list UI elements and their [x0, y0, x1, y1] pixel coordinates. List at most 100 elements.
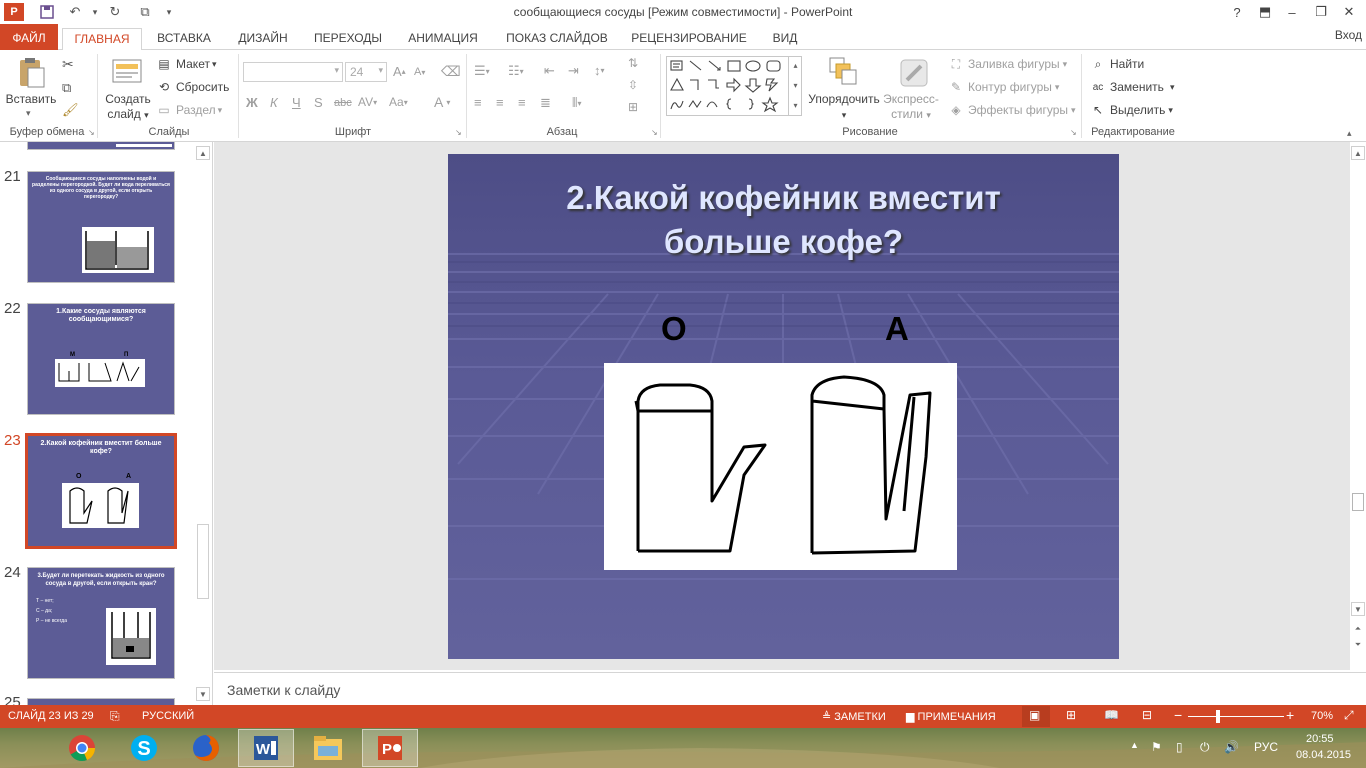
align-right-icon[interactable]: ≡ [518, 95, 526, 110]
ribbon-display-options-icon[interactable]: ⬒ [1250, 0, 1280, 24]
align-left-icon[interactable]: ≡ [474, 95, 482, 110]
tab-view[interactable]: ВИД [762, 28, 808, 50]
clear-formatting-icon[interactable]: ⌫ [441, 63, 461, 80]
input-language[interactable]: РУС [1254, 740, 1278, 754]
scrollbar-thumb[interactable] [1352, 493, 1364, 511]
tab-review[interactable]: РЕЦЕНЗИРОВАНИЕ [626, 28, 752, 50]
drawing-launcher-icon[interactable]: ↘ [1070, 128, 1077, 137]
decrease-indent-icon[interactable]: ⇤ [544, 63, 555, 79]
bold-button[interactable]: Ж [246, 95, 258, 110]
minimize-button[interactable]: ‒ [1277, 0, 1307, 24]
thumbnail-slide-20[interactable] [27, 142, 175, 150]
thumbnail-slide-21[interactable]: Сообщающиеся сосуды наполнены водой и ра… [27, 171, 175, 283]
spell-check-icon[interactable]: ⎘ [110, 709, 120, 724]
arrange-icon[interactable] [828, 56, 858, 86]
taskbar-skype[interactable]: S [116, 729, 172, 767]
thumbnails-scrollbar[interactable]: ▲ ▼ [196, 146, 210, 701]
coffeepot-label-right[interactable]: А [885, 310, 909, 348]
reset-button[interactable]: ⟲ Сбросить [156, 79, 229, 95]
clipboard-launcher-icon[interactable]: ↘ [88, 128, 95, 137]
quick-styles-button[interactable]: Экспресс-стили ▾ [880, 92, 942, 123]
tab-transitions[interactable]: ПЕРЕХОДЫ [306, 28, 390, 50]
thumbnail-slide-22[interactable]: 1.Какие сосуды являются сообщающимися? М… [27, 303, 175, 415]
taskbar-firefox[interactable] [178, 729, 234, 767]
slideshow-view-icon[interactable]: ⊟ [1142, 708, 1152, 722]
section-button[interactable]: ▭ Раздел ▾ [156, 102, 222, 118]
shrink-font-button[interactable]: A ▾ [414, 66, 425, 78]
normal-view-icon[interactable]: ▣ [1029, 708, 1040, 722]
zoom-out-icon[interactable]: − [1174, 707, 1182, 723]
shapes-gallery[interactable] [666, 56, 802, 116]
slide-title[interactable]: 2.Какой кофейник вместит больше кофе? [488, 176, 1079, 264]
justify-icon[interactable]: ≣ [540, 95, 551, 111]
paragraph-launcher-icon[interactable]: ↘ [651, 128, 658, 137]
zoom-level[interactable]: 70% [1311, 710, 1333, 722]
smartart-icon[interactable]: ⊞ [628, 100, 638, 114]
collapse-ribbon-icon[interactable]: ▴ [1347, 128, 1352, 139]
taskbar-powerpoint[interactable]: P [362, 729, 418, 767]
next-slide-icon[interactable]: ⏷ [1351, 638, 1365, 652]
tab-slideshow[interactable]: ПОКАЗ СЛАЙДОВ [498, 28, 616, 50]
paste-icon[interactable] [14, 56, 48, 90]
slide-editor[interactable]: 2.Какой кофейник вместит больше кофе? О … [214, 142, 1365, 670]
grow-font-button[interactable]: A ▴ [393, 64, 406, 79]
coffeepots-picture[interactable] [604, 363, 957, 570]
tab-animation[interactable]: АНИМАЦИЯ [396, 28, 490, 50]
zoom-in-icon[interactable]: + [1286, 707, 1294, 723]
scroll-down-icon[interactable]: ▼ [196, 687, 210, 701]
layout-button[interactable]: ▤ Макет ▾ [156, 56, 216, 72]
taskbar-explorer[interactable] [300, 729, 356, 767]
notes-pane[interactable]: Заметки к слайду [214, 672, 1366, 705]
paste-button[interactable]: Вставить [2, 92, 60, 107]
character-spacing-button[interactable]: AV ▾ [358, 95, 377, 109]
line-spacing-icon[interactable]: ↕ ▾ [594, 63, 605, 78]
shape-effects-button[interactable]: ◈ Эффекты фигуры ▾ [948, 102, 1075, 118]
power-icon[interactable]: ⏻ [1200, 740, 1210, 755]
align-center-icon[interactable]: ≡ [496, 95, 504, 110]
font-size-combo[interactable]: 24 ▾ [345, 62, 387, 82]
slide-canvas[interactable]: 2.Какой кофейник вместит больше кофе? О … [448, 154, 1119, 659]
reading-view-icon[interactable]: 📖 [1104, 708, 1119, 722]
clock-time[interactable]: 20:55 [1306, 733, 1334, 745]
shapes-gallery-scroll[interactable]: ▴ ▾ ▾ [788, 56, 802, 116]
numbering-icon[interactable]: ☷ ▾ [508, 63, 524, 79]
slide-sorter-icon[interactable]: ⊞ [1066, 708, 1076, 722]
find-button[interactable]: ⌕ Найти [1090, 56, 1145, 72]
text-direction-icon[interactable]: ⇅ [628, 56, 638, 70]
thumbnail-slide-25[interactable] [27, 698, 175, 705]
restore-button[interactable]: ❐ [1306, 0, 1336, 24]
font-color-button[interactable]: A ▾ [434, 94, 450, 110]
replace-button[interactable]: ac Заменить ▾ [1090, 79, 1175, 95]
previous-slide-icon[interactable]: ⏶ [1351, 622, 1365, 636]
copy-icon[interactable]: ⧉ [62, 80, 71, 96]
sign-in-link[interactable]: Вход [1335, 28, 1362, 42]
shape-outline-button[interactable]: ✎ Контур фигуры ▾ [948, 79, 1059, 95]
cut-icon[interactable]: ✂ [62, 56, 74, 73]
columns-icon[interactable]: ⫴ ▾ [572, 95, 581, 111]
paste-dropdown-icon[interactable]: ▾ [26, 108, 31, 119]
strikethrough-button[interactable]: abc [334, 97, 352, 109]
thumbnail-slide-23[interactable]: 2.Какой кофейник вместит больше кофе? О … [25, 433, 177, 549]
align-text-icon[interactable]: ⇳ [628, 78, 638, 92]
scroll-up-icon[interactable]: ▲ [196, 146, 210, 160]
action-center-flag-icon[interactable]: ⚑ [1151, 740, 1162, 754]
language-indicator[interactable]: РУССКИЙ [142, 710, 194, 722]
tab-design[interactable]: ДИЗАЙН [228, 28, 298, 50]
zoom-slider-thumb[interactable] [1216, 710, 1220, 723]
thumbnail-slide-24[interactable]: 3.Будет ли перетекать жидкость из одного… [27, 567, 175, 679]
taskbar-word[interactable]: W [238, 729, 294, 767]
volume-icon[interactable]: 🔊 [1224, 740, 1239, 754]
font-launcher-icon[interactable]: ↘ [455, 128, 462, 137]
new-slide-icon[interactable] [110, 54, 144, 86]
slide-scrollbar[interactable]: ▲ ▼ ⏶ ⏷ [1351, 146, 1365, 656]
quick-styles-icon[interactable] [897, 56, 931, 90]
new-slide-button[interactable]: Создать слайд ▾ [100, 92, 156, 123]
select-button[interactable]: ↖ Выделить ▾ [1090, 102, 1173, 118]
zoom-slider-track[interactable] [1188, 716, 1284, 717]
slide-counter[interactable]: СЛАЙД 23 ИЗ 29 [8, 710, 94, 722]
tab-file[interactable]: ФАЙЛ [0, 24, 58, 50]
taskbar-chrome[interactable] [54, 729, 110, 767]
close-button[interactable]: ✕ [1334, 0, 1364, 24]
tab-home[interactable]: ГЛАВНАЯ [62, 28, 142, 51]
comments-toggle[interactable]: ▆ ПРИМЕЧАНИЯ [906, 710, 996, 723]
